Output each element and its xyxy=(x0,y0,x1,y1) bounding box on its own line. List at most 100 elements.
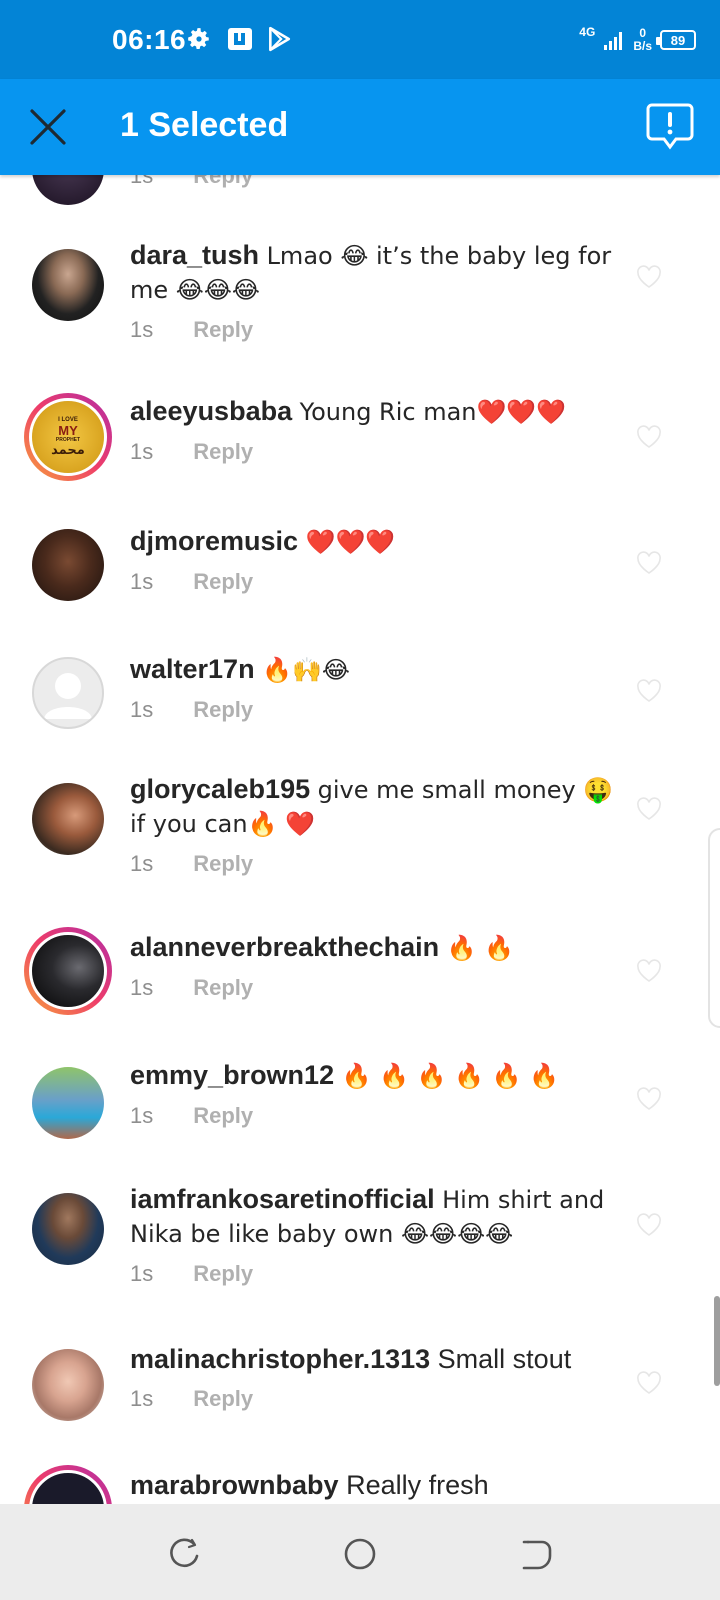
status-time: 06:16 xyxy=(112,24,187,55)
comment-meta: 1s Reply xyxy=(130,317,630,343)
avatar-text-line: MY xyxy=(58,422,78,438)
avatar[interactable] xyxy=(24,1185,112,1273)
comment-time: 1s xyxy=(130,975,154,1000)
comment-username[interactable]: marabrownbaby xyxy=(130,1470,339,1500)
comment-time: 1s xyxy=(130,697,154,722)
reply-button[interactable]: Reply xyxy=(193,1261,253,1287)
comment-meta: 1s Reply xyxy=(130,439,630,465)
avatar xyxy=(29,1470,107,1504)
reply-button[interactable]: Reply xyxy=(193,569,253,595)
comment-username[interactable]: emmy_brown12 xyxy=(130,1060,334,1090)
comment-username[interactable]: walter17n xyxy=(130,654,255,684)
comment-meta: 1s Reply xyxy=(130,697,630,723)
avatar[interactable] xyxy=(24,1341,112,1429)
reply-button[interactable]: Reply xyxy=(193,851,253,877)
reply-button[interactable]: Reply xyxy=(193,175,253,189)
comment-time: 1s xyxy=(130,1103,154,1128)
comment-username[interactable]: alanneverbreakthechain xyxy=(130,932,439,962)
comment-text: aleeyusbaba Young Ric man❤️❤️❤️ xyxy=(130,395,630,429)
avatar[interactable] xyxy=(24,649,112,737)
comment-text: iamfrankosaretinofficial Him shirt and N… xyxy=(130,1183,630,1251)
default-avatar-icon xyxy=(44,673,92,719)
app-notification-icon xyxy=(228,28,252,50)
comment-text: dara_tush Lmao 😂 it’s the baby leg for m… xyxy=(130,239,630,307)
network-type: 4G xyxy=(579,25,596,39)
comment-username[interactable]: aleeyusbaba xyxy=(130,396,292,426)
comment-meta: 1s Reply xyxy=(130,175,630,189)
comment-message: Really fresh xyxy=(346,1470,489,1500)
comment-meta: 1s Reply xyxy=(130,1261,630,1287)
comment-username[interactable]: malinachristopher.1313 xyxy=(130,1344,430,1374)
close-icon[interactable] xyxy=(26,105,70,149)
comment-username[interactable]: glorycaleb195 xyxy=(130,774,310,804)
comment-time: 1s xyxy=(130,317,154,342)
comment-message: 🔥 🔥 🔥 🔥 🔥 🔥 xyxy=(341,1062,560,1090)
like-heart-icon[interactable] xyxy=(636,551,662,575)
settings-gear-icon xyxy=(188,28,209,49)
battery-level: 89 xyxy=(670,32,686,48)
reply-button[interactable]: Reply xyxy=(193,975,253,1001)
avatar[interactable] xyxy=(24,775,112,863)
avatar-text-line: محمد xyxy=(51,442,85,458)
comment-username[interactable]: djmoremusic xyxy=(130,526,298,556)
reply-button[interactable]: Reply xyxy=(193,697,253,723)
reply-button[interactable]: Reply xyxy=(193,439,253,465)
network-speed: 0 B/s xyxy=(633,27,652,53)
like-heart-icon[interactable] xyxy=(636,1371,662,1395)
like-heart-icon[interactable] xyxy=(636,959,662,983)
comment-time: 1s xyxy=(130,1386,154,1411)
comment-text: emmy_brown12 🔥 🔥 🔥 🔥 🔥 🔥 xyxy=(130,1059,630,1093)
avatar[interactable] xyxy=(24,1059,112,1147)
avatar-story-ring[interactable]: I LOVE MY PROPHET محمد xyxy=(24,393,112,481)
selection-header: 1 Selected xyxy=(0,79,720,175)
page-title: 1 Selected xyxy=(120,106,289,144)
comment-text: djmoremusic ❤️❤️❤️ xyxy=(130,525,630,559)
status-right-group: 4G 0 B/s 89 xyxy=(579,20,696,60)
like-heart-icon[interactable] xyxy=(636,1087,662,1111)
avatar-story-ring[interactable] xyxy=(24,927,112,1015)
comment-text: malinachristopher.1313 Small stout xyxy=(130,1343,630,1376)
comment-list[interactable]: 1s Reply dara_tush Lmao 😂 it’s the baby … xyxy=(0,175,720,1504)
like-heart-icon[interactable] xyxy=(636,425,662,449)
side-edge-panel-handle[interactable] xyxy=(708,828,720,1028)
reply-button[interactable]: Reply xyxy=(193,317,253,343)
comment-message: ❤️❤️❤️ xyxy=(305,528,396,556)
avatar: I LOVE MY PROPHET محمد xyxy=(29,398,107,476)
reply-button[interactable]: Reply xyxy=(193,1386,253,1412)
like-heart-icon[interactable] xyxy=(636,797,662,821)
avatar-story-ring[interactable] xyxy=(24,1465,112,1504)
like-heart-icon[interactable] xyxy=(636,1213,662,1237)
comment-time: 1s xyxy=(130,439,154,464)
avatar[interactable] xyxy=(24,521,112,609)
comment-message: 🔥🙌😂 xyxy=(262,656,350,684)
comment-meta: 1s Reply xyxy=(130,569,630,595)
system-nav-bar xyxy=(0,1504,720,1600)
avatar[interactable] xyxy=(24,241,112,329)
avatar xyxy=(29,932,107,1010)
comment-username[interactable]: dara_tush xyxy=(130,240,259,270)
comment-meta: 1s Reply xyxy=(130,975,630,1001)
home-icon[interactable] xyxy=(340,1534,380,1574)
status-bar: 06:16 4G 0 B/s 89 xyxy=(0,0,720,79)
back-icon[interactable] xyxy=(516,1534,556,1574)
comment-time: 1s xyxy=(130,175,154,188)
like-heart-icon[interactable] xyxy=(636,679,662,703)
play-store-icon xyxy=(269,26,291,52)
recent-apps-icon[interactable] xyxy=(164,1534,204,1574)
comment-time: 1s xyxy=(130,851,154,876)
scrollbar[interactable] xyxy=(714,1296,720,1386)
report-icon[interactable] xyxy=(646,101,694,151)
avatar[interactable] xyxy=(24,175,112,213)
comment-username[interactable]: iamfrankosaretinofficial xyxy=(130,1184,435,1214)
comment-text: alanneverbreakthechain 🔥 🔥 xyxy=(130,931,630,965)
comment-message: 🔥 🔥 xyxy=(446,934,515,962)
comment-text: marabrownbaby Really fresh xyxy=(130,1469,630,1502)
like-heart-icon[interactable] xyxy=(636,265,662,289)
comment-time: 1s xyxy=(130,1261,154,1286)
reply-button[interactable]: Reply xyxy=(193,1103,253,1129)
signal-icon xyxy=(604,32,623,50)
battery-icon: 89 xyxy=(656,30,696,50)
comment-message: Small stout xyxy=(437,1344,572,1374)
speed-unit: B/s xyxy=(633,39,652,53)
screen: 06:16 4G 0 B/s 89 1 Selected 1s Reply da… xyxy=(0,0,720,1600)
